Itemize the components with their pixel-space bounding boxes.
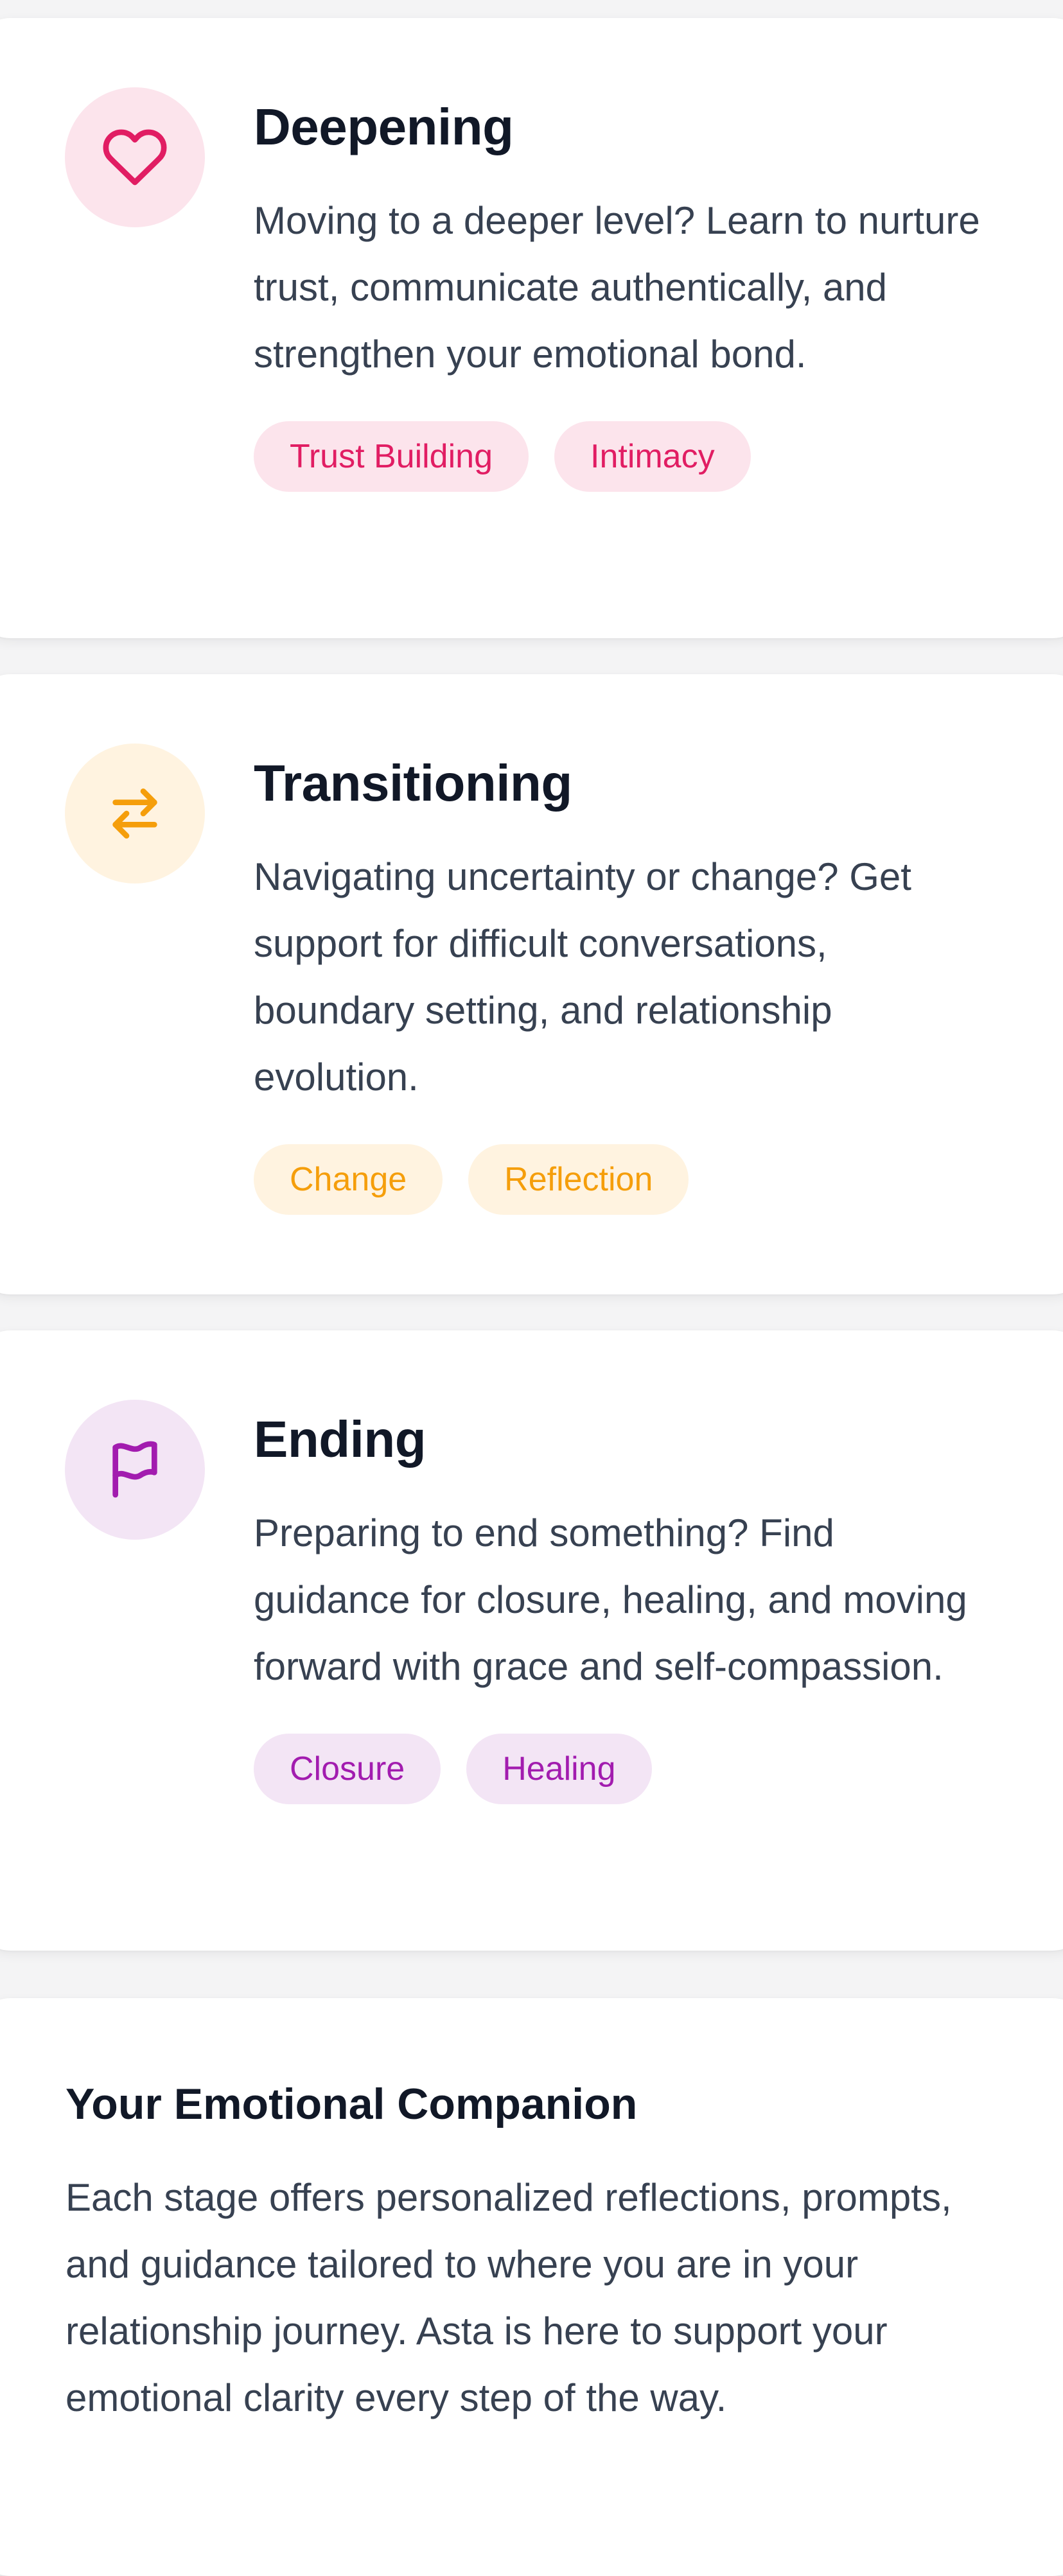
- stage-title: Transitioning: [254, 754, 572, 812]
- stage-title: Ending: [254, 1411, 426, 1468]
- tag-trust-building: Trust Building: [254, 421, 529, 492]
- tag-healing: Healing: [466, 1734, 652, 1804]
- stage-card-deepening[interactable]: Deepening Moving to a deeper level? Lear…: [0, 18, 1063, 638]
- tag-list: Change Reflection: [254, 1144, 992, 1215]
- flag-icon: [112, 1441, 157, 1498]
- stage-description: Navigating uncertainty or change? Get su…: [254, 855, 911, 1099]
- companion-card: Your Emotional Companion Each stage offe…: [0, 1998, 1063, 2576]
- arrows-swap-icon-badge: [65, 744, 205, 883]
- tag-list: Trust Building Intimacy: [254, 421, 992, 492]
- heart-icon-badge: [65, 87, 205, 227]
- heart-icon: [103, 129, 167, 186]
- tag-intimacy: Intimacy: [554, 421, 751, 492]
- arrows-swap-icon: [112, 788, 157, 839]
- tag-list: Closure Healing: [254, 1734, 992, 1804]
- stage-description: Preparing to end something? Find guidanc…: [254, 1511, 967, 1688]
- flag-icon-badge: [65, 1400, 205, 1540]
- stage-title: Deepening: [254, 98, 514, 155]
- tag-reflection: Reflection: [468, 1144, 689, 1215]
- stage-description: Moving to a deeper level? Learn to nurtu…: [254, 199, 980, 376]
- tag-closure: Closure: [254, 1734, 441, 1804]
- tag-change: Change: [254, 1144, 443, 1215]
- stage-card-ending[interactable]: Ending Preparing to end something? Find …: [0, 1330, 1063, 1951]
- companion-title: Your Emotional Companion: [66, 2080, 638, 2128]
- stage-card-transitioning[interactable]: Transitioning Navigating uncertainty or …: [0, 674, 1063, 1294]
- companion-text: Each stage offers personalized reflectio…: [66, 2176, 952, 2419]
